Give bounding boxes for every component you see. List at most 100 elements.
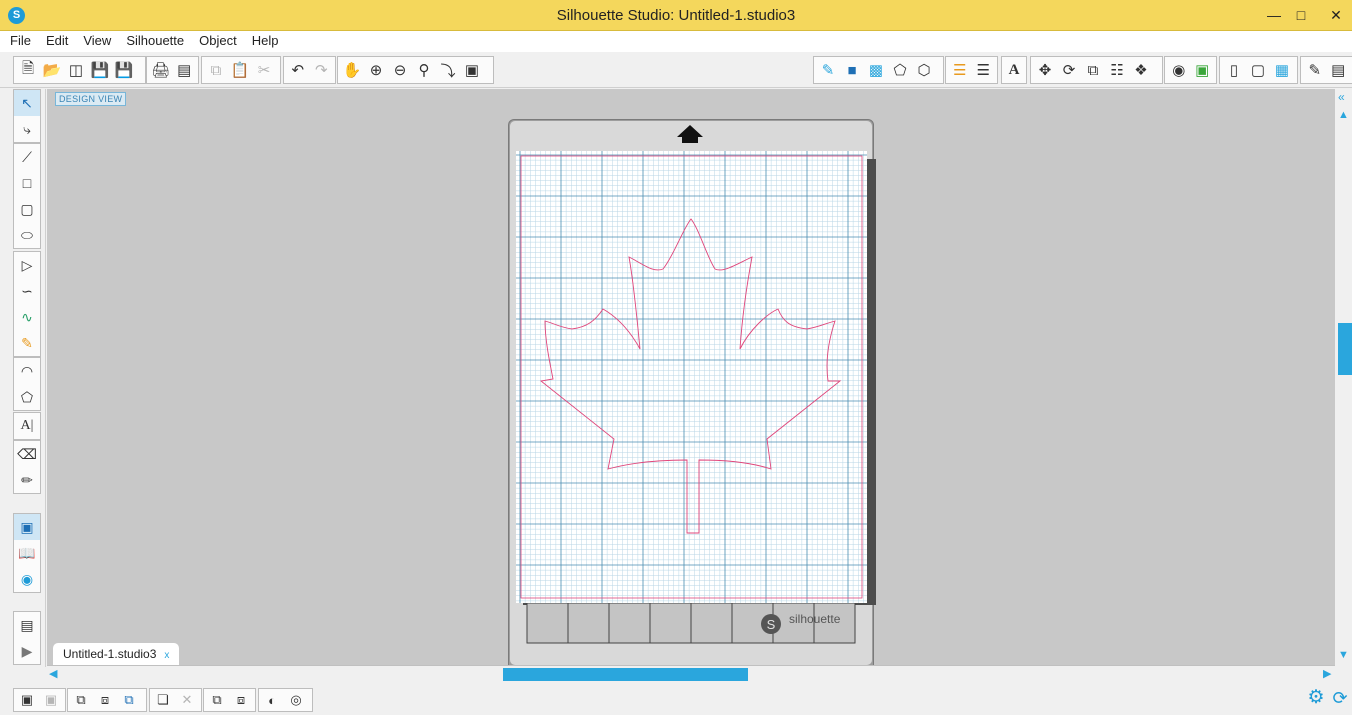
- arrange-tools: ⧉ ⧈: [203, 688, 256, 712]
- open-folder-icon[interactable]: 📂: [40, 58, 64, 82]
- save-to-library-icon[interactable]: 💾: [112, 58, 136, 82]
- zoom-selection-icon[interactable]: ⚲: [412, 58, 436, 82]
- vertical-scroll-thumb[interactable]: [1338, 323, 1352, 375]
- select-tools: ↖ ⤷: [13, 89, 41, 143]
- ungroup-icon[interactable]: ▣: [39, 689, 63, 711]
- weld-icon[interactable]: ⧉: [117, 689, 141, 711]
- text-tool-group: A|: [13, 412, 41, 440]
- polygon-tool-icon[interactable]: ▷: [14, 252, 40, 278]
- window-panel-icon[interactable]: ▤: [14, 612, 40, 638]
- refresh-icon[interactable]: ⟳: [1330, 688, 1350, 708]
- send-icon[interactable]: ▤: [1327, 58, 1351, 82]
- minimize-button[interactable]: —: [1261, 4, 1287, 26]
- send-to-silhouette-icon[interactable]: ▤: [173, 58, 197, 82]
- rectangle-tool-icon[interactable]: □: [14, 170, 40, 196]
- scroll-left-icon[interactable]: ◀: [49, 667, 57, 680]
- mat-brand-text: silhouette: [789, 612, 841, 626]
- transform-tools: ✥ ⟳ ⧉ ☷ ❖: [1030, 56, 1163, 84]
- collapse-panel-icon[interactable]: «: [1338, 90, 1345, 104]
- scroll-down-icon[interactable]: ▼: [1338, 649, 1349, 661]
- menu-silhouette[interactable]: Silhouette: [117, 31, 190, 48]
- menu-file[interactable]: File: [0, 31, 37, 48]
- design-canvas[interactable]: DESIGN VIEW S silhouette: [47, 89, 1335, 665]
- text-tool-icon[interactable]: A|: [14, 413, 40, 439]
- arc-tool-icon[interactable]: ◠: [14, 358, 40, 384]
- text-style-icon[interactable]: A: [1004, 58, 1024, 82]
- fit-to-page-icon[interactable]: ▣: [460, 58, 484, 82]
- paste-icon[interactable]: 📋: [228, 58, 252, 82]
- offset-target-icon[interactable]: ◎: [284, 689, 308, 711]
- menu-edit[interactable]: Edit: [37, 31, 74, 48]
- release-compound-path-icon[interactable]: ⧈: [93, 689, 117, 711]
- make-compound-path-icon[interactable]: ⧉: [69, 689, 93, 711]
- menu-view[interactable]: View: [74, 31, 117, 48]
- line-color-icon[interactable]: ☰: [948, 58, 972, 82]
- vertical-scrollbar[interactable]: « ▲ ▼: [1335, 89, 1352, 667]
- trace-icon[interactable]: ◉: [1167, 58, 1191, 82]
- copy-icon[interactable]: ⧉: [204, 58, 228, 82]
- pattern-fill-icon[interactable]: ▩: [864, 58, 888, 82]
- print-icon[interactable]: 🖨: [149, 58, 173, 82]
- zoom-out-icon[interactable]: ⊖: [388, 58, 412, 82]
- rounded-rectangle-tool-icon[interactable]: ▢: [14, 196, 40, 222]
- edit-points-icon[interactable]: ⤷: [14, 116, 40, 142]
- menu-help[interactable]: Help: [243, 31, 285, 48]
- send-to-back-icon[interactable]: ⧈: [229, 689, 253, 711]
- undo-icon[interactable]: ↶: [286, 58, 310, 82]
- line-style-icon[interactable]: ☰: [972, 58, 996, 82]
- redo-icon[interactable]: ↷: [310, 58, 334, 82]
- save-icon[interactable]: 💾: [88, 58, 112, 82]
- smooth-freehand-tool-icon[interactable]: ✎: [14, 330, 40, 356]
- registration-marks-icon[interactable]: ▢: [1246, 58, 1270, 82]
- group-icon[interactable]: ▣: [15, 689, 39, 711]
- maximize-button[interactable]: □: [1288, 4, 1314, 26]
- menu-object[interactable]: Object: [190, 31, 243, 48]
- bring-to-front-icon[interactable]: ⧉: [205, 689, 229, 711]
- new-document-icon[interactable]: 🗎: [16, 58, 40, 82]
- ellipse-tool-icon[interactable]: ⬭: [14, 222, 40, 248]
- page-setup-icon[interactable]: ▯: [1222, 58, 1246, 82]
- offset-icon[interactable]: ▣: [1191, 58, 1215, 82]
- silhouette-store-icon[interactable]: ◉: [14, 566, 40, 592]
- cut-settings-tools: ✎ ▤: [1300, 56, 1352, 84]
- document-tab[interactable]: Untitled-1.studio3 x: [52, 642, 181, 665]
- close-button[interactable]: ✕: [1323, 4, 1349, 26]
- zoom-in-icon[interactable]: ⊕: [364, 58, 388, 82]
- freehand-tool-icon[interactable]: ∿: [14, 304, 40, 330]
- line-tool-icon[interactable]: ⟋: [14, 144, 40, 170]
- horizontal-scrollbar[interactable]: ◀ ▶: [47, 665, 1335, 682]
- drag-zoom-icon[interactable]: ⤵: [436, 58, 460, 82]
- align-icon[interactable]: ☷: [1105, 58, 1129, 82]
- gradient-fill-icon[interactable]: ■: [840, 58, 864, 82]
- horizontal-scroll-thumb[interactable]: [503, 668, 748, 681]
- shadow-icon[interactable]: ⬠: [888, 58, 912, 82]
- cut-settings-icon[interactable]: ✎: [1303, 58, 1327, 82]
- replicate-icon[interactable]: ❖: [1129, 58, 1153, 82]
- move-icon[interactable]: ✥: [1033, 58, 1057, 82]
- delete-icon[interactable]: ✕: [175, 689, 199, 711]
- scale-icon[interactable]: ⧉: [1081, 58, 1105, 82]
- group-tools: ▣ ▣: [13, 688, 66, 712]
- settings-gear-icon[interactable]: ⚙: [1306, 688, 1326, 708]
- eraser-tool-icon[interactable]: ⌫: [14, 441, 40, 467]
- pan-hand-icon[interactable]: ✋: [340, 58, 364, 82]
- rotate-icon[interactable]: ⟳: [1057, 58, 1081, 82]
- main-toolbar: 🗎 📂 ◫ 💾 💾 🖨 ▤ ⧉ 📋 ✂ ↶ ↷ ✋ ⊕ ⊖ ⚲ ⤵ ▣ ✎ ■ …: [0, 52, 1352, 88]
- library-icon[interactable]: ◫: [64, 58, 88, 82]
- modify-shape-icon[interactable]: ◐: [260, 689, 284, 711]
- regular-polygon-tool-icon[interactable]: ⬠: [14, 384, 40, 410]
- duplicate-icon[interactable]: ❏: [151, 689, 175, 711]
- select-arrow-icon[interactable]: ↖: [14, 90, 40, 116]
- grid-settings-icon[interactable]: ▦: [1270, 58, 1294, 82]
- scroll-right-icon[interactable]: ▶: [1323, 667, 1331, 680]
- fill-color-icon[interactable]: ✎: [816, 58, 840, 82]
- curve-tool-icon[interactable]: ∽: [14, 278, 40, 304]
- cut-icon[interactable]: ✂: [252, 58, 276, 82]
- play-icon[interactable]: ▶: [14, 638, 40, 664]
- library-book-icon[interactable]: 📖: [14, 540, 40, 566]
- design-page-icon[interactable]: ▣: [14, 514, 40, 540]
- knife-tool-icon[interactable]: ✏: [14, 467, 40, 493]
- scroll-up-icon[interactable]: ▲: [1338, 109, 1349, 121]
- sketch-icon[interactable]: ⬡: [912, 58, 936, 82]
- close-tab-icon[interactable]: x: [164, 650, 169, 661]
